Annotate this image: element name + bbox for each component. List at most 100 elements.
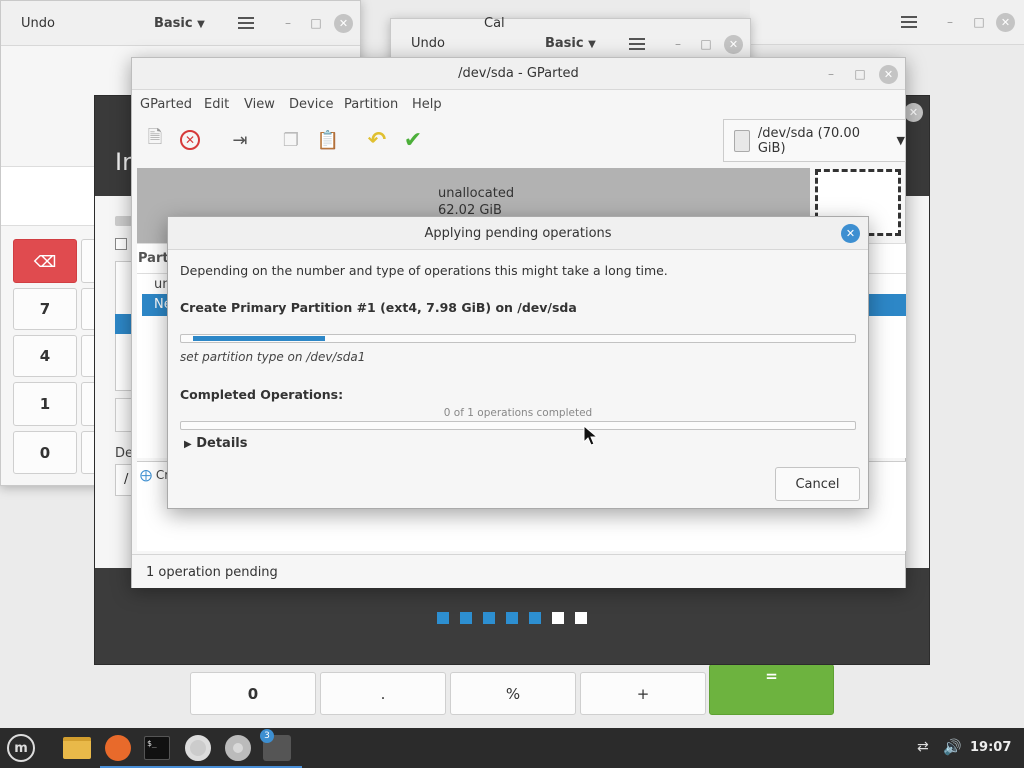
completed-progress-bar — [180, 421, 856, 430]
mouse-cursor-icon — [583, 425, 599, 446]
installer-checkbox[interactable] — [115, 238, 127, 250]
menu-icon[interactable] — [238, 17, 254, 29]
step-dot — [529, 612, 541, 624]
undo-button[interactable]: Undo — [411, 36, 445, 51]
close-icon[interactable]: ✕ — [334, 14, 353, 33]
operation-progress-bar — [180, 334, 856, 343]
firefox-icon[interactable] — [103, 733, 133, 763]
current-operation: Create Primary Partition #1 (ext4, 7.98 … — [180, 300, 577, 315]
files-icon[interactable] — [62, 733, 92, 763]
undo-button[interactable]: Undo — [21, 16, 55, 31]
key-plus[interactable]: + — [580, 672, 706, 715]
menu-gparted[interactable]: GParted — [140, 97, 192, 112]
menu-view[interactable]: View — [244, 97, 275, 112]
pending-item[interactable]: ⨁ Cr — [140, 468, 169, 482]
key-4[interactable]: 4 — [13, 335, 77, 377]
network-icon[interactable]: ⇄ — [917, 739, 929, 755]
minimize-icon[interactable]: – — [940, 12, 960, 32]
disc-icon[interactable] — [223, 733, 253, 763]
disk-icon — [734, 129, 750, 152]
mode-dropdown[interactable]: Basic ▼ — [154, 16, 205, 31]
terminal-icon[interactable]: $_ — [142, 733, 172, 763]
paste-icon[interactable]: 📋 — [315, 127, 341, 153]
status-text: 1 operation pending — [146, 565, 278, 580]
mode-label: Basic — [545, 36, 584, 51]
menu-device[interactable]: Device — [289, 97, 333, 112]
close-icon[interactable]: ✕ — [879, 65, 898, 84]
apply-operations-dialog: Applying pending operations ✕ Depending … — [167, 216, 869, 509]
minimize-icon[interactable]: – — [278, 13, 298, 33]
toolbar: 🗎 ✕ ⇥ ❐ 📋 ↶ ✔ — [132, 119, 722, 163]
step-dot — [483, 612, 495, 624]
chevron-right-icon: ▶ — [184, 439, 192, 450]
apply-icon[interactable]: ✔ — [400, 127, 426, 153]
device-label: /dev/sda (70.00 GiB) — [757, 125, 860, 156]
close-icon[interactable]: ✕ — [996, 13, 1015, 32]
undo-icon[interactable]: ↶ — [364, 127, 390, 153]
calculator-display — [1, 166, 101, 226]
volume-icon[interactable]: 🔊 — [943, 738, 962, 756]
mint-menu-icon[interactable]: m — [6, 733, 36, 763]
copy-icon[interactable]: ❐ — [278, 127, 304, 153]
key-percent[interactable]: % — [450, 672, 576, 715]
device-selector[interactable]: /dev/sda (70.00 GiB) ▼ — [723, 119, 906, 162]
gparted-titlebar: /dev/sda - GParted – □ ✕ — [132, 58, 905, 90]
step-dot — [552, 612, 564, 624]
mode-label: Basic — [154, 16, 193, 31]
backspace-key[interactable]: ⌫ — [13, 239, 77, 283]
details-expander[interactable]: ▶ Details — [184, 436, 247, 451]
calculator-title-fragment: Cal — [484, 16, 505, 31]
menu-partition[interactable]: Partition — [344, 97, 398, 112]
key-7[interactable]: 7 — [13, 288, 77, 330]
close-icon[interactable]: ✕ — [724, 35, 743, 54]
maximize-icon[interactable]: □ — [696, 34, 716, 54]
menu-help[interactable]: Help — [412, 97, 442, 112]
calculator-right-titlebar: – □ ✕ — [750, 0, 1024, 45]
minimize-icon[interactable]: – — [821, 64, 841, 84]
resize-move-icon[interactable]: ⇥ — [227, 127, 253, 153]
menu-icon[interactable] — [901, 16, 917, 28]
progress-dots — [437, 612, 597, 624]
status-bar: 1 operation pending — [132, 554, 905, 588]
dialog-description: Depending on the number and type of oper… — [180, 263, 668, 278]
installer-close-icon[interactable]: ✕ — [904, 103, 923, 122]
maximize-icon[interactable]: □ — [969, 12, 989, 32]
dialog-title: Applying pending operations — [424, 225, 612, 241]
unallocated-label: unallocated — [438, 186, 515, 201]
maximize-icon[interactable]: □ — [306, 13, 326, 33]
clock[interactable]: 19:07 — [970, 740, 1011, 755]
mode-dropdown[interactable]: Basic ▼ — [545, 36, 596, 51]
menu-edit[interactable]: Edit — [204, 97, 229, 112]
chevron-down-icon: ▼ — [197, 19, 205, 30]
close-icon[interactable]: ✕ — [841, 224, 860, 243]
new-partition-icon: ⨁ — [140, 468, 152, 482]
menu-icon[interactable] — [629, 38, 645, 50]
details-label: Details — [196, 436, 248, 451]
minimize-icon[interactable]: – — [668, 34, 688, 54]
chevron-down-icon: ▼ — [896, 134, 905, 147]
operation-progress-fill — [193, 336, 325, 341]
new-partition-icon[interactable]: 🗎 — [142, 127, 168, 153]
completed-heading: Completed Operations: — [180, 387, 344, 402]
completed-text: 0 of 1 operations completed — [443, 407, 593, 419]
chevron-down-icon: ▼ — [588, 39, 596, 50]
step-dot — [575, 612, 587, 624]
key-equals[interactable]: = — [709, 664, 834, 715]
key-1[interactable]: 1 — [13, 382, 77, 426]
step-dot — [437, 612, 449, 624]
installer-field-value: / — [124, 472, 129, 487]
step-dot — [460, 612, 472, 624]
key-0[interactable]: 0 — [13, 431, 77, 474]
current-step: set partition type on /dev/sda1 — [180, 350, 366, 364]
calculator-titlebar: Undo Basic ▼ – □ ✕ — [1, 1, 360, 46]
delete-icon[interactable]: ✕ — [177, 127, 203, 153]
key-0-bottom[interactable]: 0 — [190, 672, 316, 715]
cancel-button[interactable]: Cancel — [775, 467, 860, 501]
chromium-icon[interactable] — [183, 733, 213, 763]
window-count-badge: 3 — [260, 729, 274, 743]
dialog-titlebar: Applying pending operations — [168, 217, 868, 250]
maximize-icon[interactable]: □ — [850, 64, 870, 84]
taskbar: m $_ 3 ⇄ 🔊 19:07 — [0, 728, 1024, 768]
window-title: /dev/sda - GParted — [458, 66, 579, 81]
key-decimal[interactable]: . — [320, 672, 446, 715]
